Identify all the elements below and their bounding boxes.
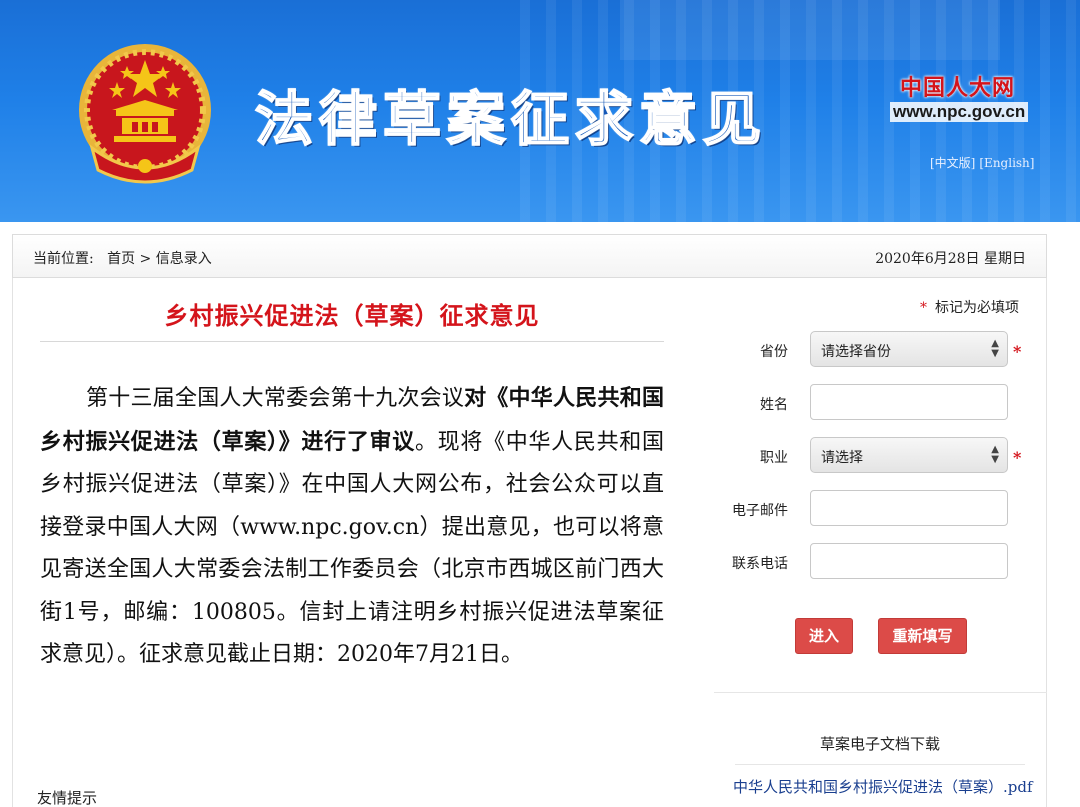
article-body: 第十三届全国人大常委会第十九次会议对《中华人民共和国乡村振兴促进法（草案）》进行… [40,377,664,677]
title-divider [40,341,664,342]
lang-english-link[interactable]: [English] [979,156,1034,170]
phone-label: 联系电话 [732,556,788,572]
banner-title: 法律草案征求意见 [254,84,768,154]
npc-logo[interactable]: 中国人大网 [900,70,1015,102]
article-body-text: 。现将《中华人民共和国乡村振兴促进法（草案）》在中国人大网公布，社会公众可以直接… [40,429,664,668]
required-note: * 标记为必填项 [920,297,1019,317]
province-select[interactable]: 请选择省份 ▲ ▼ [810,331,1008,367]
npc-logo-url[interactable]: www.npc.gov.cn [890,102,1029,122]
breadcrumb-home-link[interactable]: 首页 [107,251,135,267]
breadcrumb-prefix: 当前位置: [33,251,94,267]
submit-button[interactable]: 进入 [795,618,853,654]
site-banner: 法律草案征求意见 中国人大网 www.npc.gov.cn [中文版] [Engl… [0,0,1080,222]
name-input[interactable] [810,384,1008,420]
name-label: 姓名 [760,397,788,413]
banner-building-decoration [620,0,1000,60]
email-label: 电子邮件 [732,503,788,519]
required-note-text: 标记为必填项 [935,300,1019,316]
language-switch: [中文版] [English] [930,154,1038,171]
article-title: 乡村振兴促进法（草案）征求意见 [164,301,540,330]
select-updown-icon: ▲ ▼ [991,444,999,465]
job-select[interactable]: 请选择 ▲ ▼ [810,437,1008,473]
email-input[interactable] [810,490,1008,526]
phone-input[interactable] [810,543,1008,579]
breadcrumb-current: 信息录入 [155,251,212,267]
province-select-value: 请选择省份 [821,344,891,360]
reset-button[interactable]: 重新填写 [878,618,967,654]
required-star: * [920,300,927,316]
job-label: 职业 [760,450,788,466]
select-updown-icon: ▲ ▼ [991,338,999,359]
draft-pdf-download-link[interactable]: 中华人民共和国乡村振兴促进法（草案）.pdf [733,776,1033,797]
province-required-star: * [1013,342,1022,361]
breadcrumb-bar: 当前位置: 首页 > 信息录入 2020年6月28日 星期日 [12,234,1047,278]
job-select-value: 请选择 [821,450,863,466]
friendly-tip-heading: 友情提示 [37,789,98,807]
download-heading: 草案电子文档下载 [819,735,940,753]
national-emblem-icon [79,44,211,184]
article-body-text: 第十三届全国人大常委会第十九次会议 [86,386,465,411]
breadcrumb: 当前位置: 首页 > 信息录入 [33,248,212,268]
breadcrumb-separator: > [139,251,152,267]
panel-divider [714,692,1047,693]
download-divider [735,764,1025,765]
current-date: 2020年6月28日 星期日 [875,251,1026,267]
lang-chinese-link[interactable]: [中文版] [930,156,975,170]
job-required-star: * [1013,448,1022,467]
province-label: 省份 [760,344,788,360]
